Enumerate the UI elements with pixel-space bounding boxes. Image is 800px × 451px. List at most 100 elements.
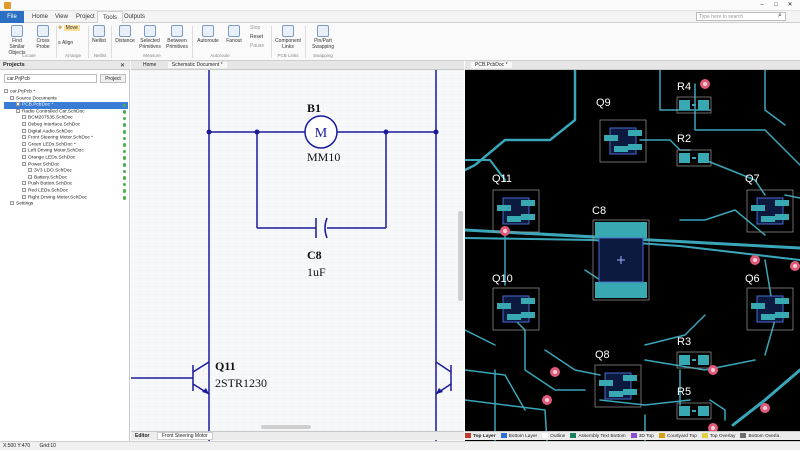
tree-item-label: 3V3 LDO.SchDoc [34, 168, 72, 174]
between-primitives-button[interactable]: Between Primitives [164, 25, 190, 50]
tree-item[interactable]: 3V3 LDO.SchDoc [4, 168, 128, 175]
close-button[interactable]: ✕ [784, 1, 796, 9]
tree-item[interactable]: Left Driving Motor.SchDoc [4, 148, 128, 155]
component-pad [679, 406, 690, 416]
tab-view[interactable]: View [50, 11, 73, 23]
editor-tab[interactable]: Editor [135, 433, 149, 439]
pin-swap-button[interactable]: Pin/Part Swapping [308, 25, 338, 50]
component-pad [595, 222, 647, 238]
component-pad [521, 200, 535, 206]
tree-item-label: Red LEDs.SchDoc [28, 188, 68, 194]
layer-tab[interactable]: Top Layer [465, 432, 496, 440]
tree-item-label: Push Button.SchDoc [28, 181, 73, 187]
tab-file[interactable]: File [0, 11, 24, 23]
tab-schematic-doc[interactable]: Schematic Document * [167, 62, 227, 68]
panel-title: Projects [0, 61, 130, 70]
project-tree: car.PrjPcb * Source Documents PCB.PcbDoc *… [4, 89, 128, 208]
tree-item[interactable]: Red LEDs.SchDoc [4, 187, 128, 195]
component-pad [521, 214, 535, 220]
layer-tab[interactable]: Bottom Overla [740, 432, 779, 440]
tree-item[interactable]: Radio Controlled Car.SchDoc [4, 108, 128, 116]
layer-tab-label: Bottom Overla [748, 434, 780, 439]
panel-close-icon[interactable]: ✕ [120, 62, 125, 69]
vertical-scrollbar[interactable] [458, 211, 463, 301]
tree-item[interactable]: Front Steering Motor.SchDoc * [4, 135, 128, 142]
selected-primitives-button[interactable]: Selected Primitives [138, 25, 162, 50]
tree-item[interactable]: Push Button.SchDoc [4, 181, 128, 188]
cross-probe-button[interactable]: Cross Probe [32, 25, 54, 50]
layer-tab[interactable]: Top Overlay [701, 432, 735, 440]
status-dot-icon [122, 156, 126, 160]
maximize-button[interactable]: □ [770, 1, 782, 9]
status-dot-icon [122, 196, 126, 200]
tab-pcb-doc[interactable]: PCB.PcbDoc * [471, 62, 512, 68]
fanout-button[interactable]: Fanout [223, 25, 245, 44]
layer-tab[interactable]: Outline [542, 432, 565, 440]
tree-item[interactable]: Debug Interface.SchDoc [4, 121, 128, 129]
component-pad [623, 375, 637, 381]
layer-tab[interactable]: 3D Top [630, 432, 654, 440]
schematic-view[interactable]: Home Schematic Document * M B1 MM10 C8 1… [131, 61, 464, 441]
tree-item[interactable]: Orange LEDs.SchDoc [4, 154, 128, 162]
tree-item[interactable]: Digital Audio.SchDoc [4, 128, 128, 136]
project-button[interactable]: Project [100, 74, 126, 83]
tab-project[interactable]: Project [71, 11, 100, 23]
stop-button[interactable]: Stop [250, 25, 268, 31]
tree-item-label: PCB.PcbDoc * [22, 102, 54, 108]
document-icon [10, 95, 14, 100]
component-pad [698, 100, 709, 110]
document-icon [28, 174, 32, 179]
document-icon [22, 141, 26, 146]
distance-button[interactable]: Distance [114, 25, 136, 44]
tree-item[interactable]: Green LEDs.SchDoc * [4, 141, 128, 149]
group-label: Autoroute [210, 53, 230, 58]
reset-button[interactable]: Reset [250, 34, 268, 40]
layer-tab[interactable]: Bottom Layer [500, 432, 537, 440]
search-input[interactable]: Type here to search [696, 12, 786, 21]
tree-item[interactable]: car.PrjPcb * [4, 89, 128, 96]
document-icon [22, 187, 26, 192]
search-icon[interactable]: ⌕ [778, 12, 782, 20]
project-search-input[interactable]: car.PrjPcb [4, 74, 97, 83]
status-dot-icon [122, 123, 126, 127]
netlist-button[interactable]: Netlist [90, 25, 108, 44]
tree-item[interactable]: Source Documents [4, 95, 128, 103]
pcb-designator: R3 [677, 336, 691, 348]
tab-outputs[interactable]: Outputs [119, 11, 150, 23]
sheet-tab[interactable]: Front Steering Motor [156, 432, 213, 440]
autoroute-button[interactable]: Autoroute [195, 25, 221, 44]
tree-item-label: BCM207535.SchDoc [28, 115, 73, 121]
status-bar: X:500 Y:470 Grid:10 [0, 441, 800, 450]
pcb-canvas: R4 Q9 R2 Q11 Q7 C8 Q10 Q6 R3 Q8 R5 [465, 70, 800, 441]
pcb-trace [465, 329, 496, 346]
align-button[interactable]: ≡ Align [58, 40, 88, 46]
pcb-view[interactable]: PCB.PcbDoc * R4 Q9 R2 Q11 Q7 C8 Q10 Q6 R3 Q8 R5 [465, 61, 800, 441]
component-links-button[interactable]: Component Links [274, 25, 302, 50]
tree-item[interactable]: Right Driving Motor.SchDoc [4, 194, 128, 202]
layer-tab[interactable]: Assembly Text Bottom [570, 432, 626, 440]
component-pad [521, 298, 535, 304]
layer-tab[interactable]: Courtyard Top [658, 432, 697, 440]
pcb-trace [731, 368, 800, 427]
layer-color-icon [740, 433, 747, 439]
tree-item[interactable]: BCM207535.SchDoc [4, 115, 128, 122]
layer-tab-label: Courtyard Top [666, 434, 697, 439]
pcb-trace [465, 70, 577, 172]
tree-item-label: Source Documents [16, 95, 57, 101]
tree-item[interactable]: PCB.PcbDoc * [4, 102, 128, 109]
minimize-button[interactable]: – [756, 1, 768, 9]
component-pad [761, 314, 775, 320]
tree-item[interactable]: Power.SchDoc [4, 161, 128, 169]
layer-color-icon [500, 433, 507, 439]
app-logo-icon [4, 2, 11, 9]
tree-item-label: Settings [16, 201, 34, 207]
tab-home-doc[interactable]: Home [143, 62, 156, 68]
move-button[interactable]: ✥ Move [58, 25, 88, 31]
tree-item[interactable]: Battery.SchDoc [4, 174, 128, 182]
find-similar-button[interactable]: Find Similar Objects [4, 25, 30, 56]
component-pad [698, 355, 709, 365]
horizontal-scrollbar[interactable] [261, 425, 311, 429]
layer-tab-label: 3D Top [638, 434, 654, 439]
pause-button[interactable]: Pause [250, 43, 268, 49]
tree-item[interactable]: Settings [4, 201, 128, 208]
